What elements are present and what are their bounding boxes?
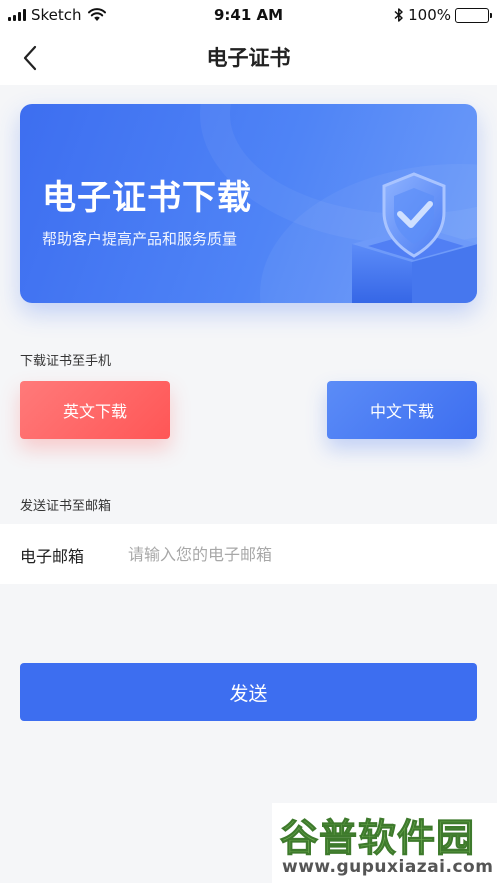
email-section-label: 发送证书至邮箱: [20, 499, 112, 514]
send-button[interactable]: 发送: [20, 663, 477, 721]
shield-check-icon: [352, 172, 477, 303]
status-bar: Sketch 9:41 AM 100%: [0, 0, 497, 30]
bluetooth-icon: [394, 8, 403, 22]
english-download-button[interactable]: 英文下载: [20, 381, 170, 439]
site-watermark: 谷普软件园 www.gupuxiazai.com: [272, 803, 497, 883]
email-field-label: 电子邮箱: [20, 547, 85, 566]
banner-heading: 电子证书下载: [42, 178, 252, 218]
status-right: 100%: [394, 6, 492, 24]
chinese-download-button[interactable]: 中文下载: [327, 381, 477, 439]
navigation-bar: 电子证书: [0, 30, 497, 85]
certificate-banner: 电子证书下载 帮助客户提高产品和服务质量: [20, 104, 477, 303]
email-input[interactable]: [128, 536, 468, 572]
download-section-label: 下载证书至手机: [20, 354, 112, 369]
banner-subtitle: 帮助客户提高产品和服务质量: [42, 230, 238, 248]
watermark-url: www.gupuxiazai.com: [282, 857, 494, 877]
watermark-title: 谷普软件园: [279, 816, 476, 861]
battery-icon: [455, 7, 492, 23]
battery-percent: 100%: [408, 6, 451, 24]
email-row: 电子邮箱: [0, 524, 497, 584]
page-title: 电子证书: [206, 46, 291, 70]
